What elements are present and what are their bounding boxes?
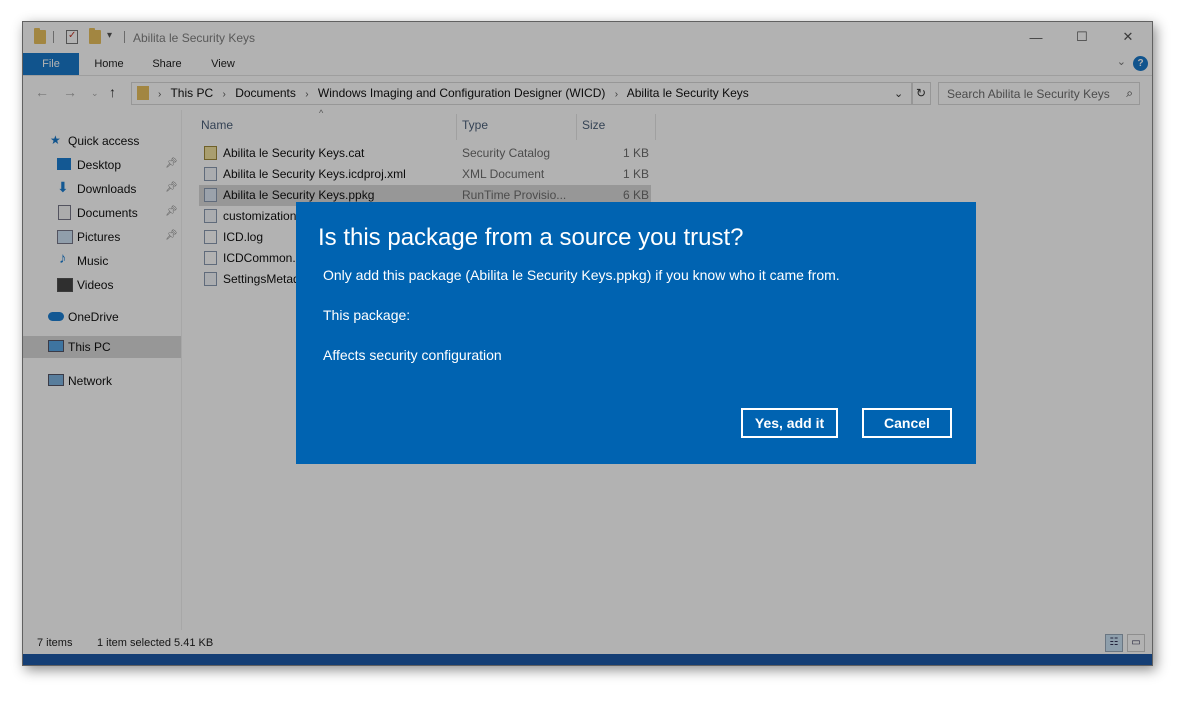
cancel-button[interactable]: Cancel xyxy=(862,408,952,438)
yes-add-it-button[interactable]: Yes, add it xyxy=(741,408,838,438)
dialog-package-label: This package: xyxy=(323,307,411,323)
dialog-package-effect: Affects security configuration xyxy=(323,347,502,363)
trust-package-dialog: Is this package from a source you trust?… xyxy=(296,202,976,464)
dialog-warning-text: Only add this package (Abilita le Securi… xyxy=(323,267,840,283)
dialog-title: Is this package from a source you trust? xyxy=(318,224,744,251)
